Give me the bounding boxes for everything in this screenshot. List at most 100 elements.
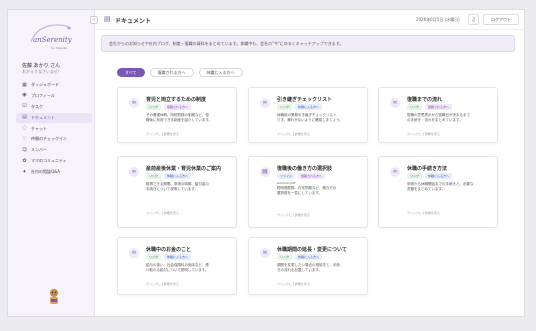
logo-text: anSerenity	[33, 36, 72, 44]
card-detail-link[interactable]: クリックして詳細を見る	[146, 211, 179, 215]
sidebar-item-tasks[interactable]: ☑ タスク	[16, 102, 92, 112]
card-title: 復職までの流れ	[407, 97, 443, 103]
card-detail-link[interactable]: クリックして詳細を見る	[146, 132, 179, 136]
tag-badge: リンク	[407, 173, 423, 179]
card-description: 給与の扱い、社会保険料の免除など、受 け取れる給付について説明しています。	[146, 263, 209, 272]
sidebar-item-label: タスク	[31, 103, 43, 109]
logo: anSerenity for Parents	[23, 18, 81, 60]
file-icon: ▤	[260, 167, 270, 177]
card-title: 休職の手続き方法	[407, 166, 448, 172]
link-icon: ∞	[390, 98, 400, 108]
date-display: 2026年6月5日 (水曜日)	[416, 17, 460, 22]
task-icon: ☑	[22, 103, 27, 110]
sidebar-item-label: 社内の相談Q&A	[31, 169, 61, 175]
link-icon: ∞	[129, 98, 139, 108]
card-detail-link[interactable]: クリックして詳細を見る	[277, 213, 310, 217]
file-name: worksch.pdf	[277, 181, 296, 185]
card-title: 休職期間の延長・変更について	[277, 247, 347, 253]
tag-badge: 休職に入る方へ	[164, 173, 192, 179]
card-detail-link[interactable]: クリックして詳細を見る	[277, 282, 310, 286]
sidebar-item-qa[interactable]: ✦ 社内の相談Q&A	[16, 167, 92, 177]
tag-badge: リンク	[277, 254, 293, 260]
filter-tabs: すべて 復職される方へ 休職に入る方へ	[117, 68, 243, 77]
document-card[interactable]: ∞ 育児と両立するための制度 リンク 復職される方へ 子の看護休暇、時短勤務の制…	[117, 87, 237, 143]
filter-all[interactable]: すべて	[117, 68, 145, 77]
link-icon: ∞	[390, 167, 400, 177]
card-title: 産前産後休業・育児休業のご案内	[146, 166, 222, 172]
sidebar-item-label: ダッシュボード	[31, 82, 59, 87]
document-card[interactable]: ▤ 復職後の働き方の選択肢 ファイル 復職される方へ worksch.pdf 短…	[248, 156, 368, 228]
profile-icon: ◉	[22, 92, 27, 99]
page-title: ドキュメント	[115, 18, 152, 25]
sidebar-item-label: プロフィール	[31, 92, 55, 98]
tag-badge: 休職に入る方へ	[295, 104, 323, 110]
sidebar-item-label: ドキュメント	[31, 114, 55, 120]
card-description: 復職の意思表示から復職日が決まるまで の手続き・流れをまとめています。	[407, 113, 470, 122]
sidebar-item-label: ママのコミュニティ	[31, 158, 67, 164]
members-icon: ☺	[22, 146, 28, 153]
card-title: 育児と両立するための制度	[146, 97, 207, 103]
tag-badge: 休職に入る方へ	[295, 254, 323, 260]
tag-badge: 休職に入る方へ	[425, 173, 453, 179]
user-greeting: おかえりなさいませ！	[22, 69, 62, 74]
tag-badge: 復職される方へ	[298, 173, 326, 179]
sidebar-item-documents[interactable]: ▤ ドキュメント	[16, 112, 92, 123]
qa-icon: ✦	[22, 168, 27, 175]
sidebar-item-members[interactable]: ☺ メンバー	[16, 145, 92, 155]
document-card[interactable]: ∞ 引き継ぎチェックリスト リンク 休職に入る方へ 休職前の業務引き継ぎチェック…	[248, 87, 368, 143]
sidebar-item-label: チャット	[31, 125, 47, 131]
card-title: 休職中のお金のこと	[146, 247, 192, 253]
bell-icon[interactable]: ♫	[468, 14, 479, 25]
filter-leaving[interactable]: 休職に入る方へ	[198, 68, 243, 77]
sidebar-nav: ▦ ダッシュボード ◉ プロフィール ☑ タスク ▤ ドキュメント ◌ チャット ♡ 仲間の…	[16, 80, 92, 178]
card-description: 取得できる期間、申請の時期、給付金の 手続きについて説明しています。	[146, 182, 209, 191]
user-name: 佐藤 あかり さん	[22, 63, 61, 69]
mascot-image	[47, 288, 61, 306]
link-icon: ∞	[129, 248, 139, 258]
card-title: 復職後の働き方の選択肢	[277, 166, 333, 172]
info-banner: 会社からのお知らせや社内ブログ、制度・復職の資料をまとめています。休職中も、会社…	[101, 35, 515, 52]
sidebar-item-dashboard[interactable]: ▦ ダッシュボード	[16, 80, 92, 90]
tag-badge: リンク	[277, 104, 293, 110]
app-window: anSerenity for Parents 佐藤 あかり さん おかえりなさい…	[7, 9, 525, 317]
community-icon: ✿	[22, 157, 27, 164]
document-card[interactable]: ∞ 休職中のお金のこと リンク 休職に入る方へ 給与の扱い、社会保険料の免除など…	[117, 237, 237, 295]
dashboard-icon: ▦	[22, 81, 27, 88]
card-description: 期間を変更したい場合の相談先と、手続 きの流れを記載しています。	[277, 263, 340, 272]
checkin-icon: ♡	[22, 135, 27, 142]
sidebar: anSerenity for Parents 佐藤 あかり さん おかえりなさい…	[8, 10, 95, 316]
tag-badge: 休職に入る方へ	[164, 254, 192, 260]
sidebar-item-chat[interactable]: ◌ チャット	[16, 124, 92, 134]
card-description: 子の看護休暇、時短勤務の制度など、復 職後に利用できる制度を紹介しています。	[146, 113, 212, 122]
sidebar-item-label: メンバー	[31, 147, 47, 153]
logout-button[interactable]: ログアウト	[483, 14, 519, 25]
document-title-icon: ▤	[104, 15, 111, 23]
sidebar-collapse-button[interactable]: ‹	[90, 16, 98, 24]
document-card[interactable]: ∞ 休職の手続き方法 リンク 休職に入る方へ 申請から休職開始までの手続きと、必…	[378, 156, 498, 228]
tag-badge: リンク	[146, 173, 162, 179]
document-card[interactable]: ∞ 産前産後休業・育児休業のご案内 リンク 休職に入る方へ 取得できる期間、申請…	[117, 156, 237, 228]
sidebar-item-checkin[interactable]: ♡ 仲間のチェックイン	[16, 134, 92, 144]
card-detail-link[interactable]: クリックして詳細を見る	[146, 282, 179, 286]
document-card[interactable]: ∞ 休職期間の延長・変更について リンク 休職に入る方へ 期間を変更したい場合の…	[248, 237, 368, 295]
chat-icon: ◌	[22, 125, 27, 132]
card-detail-link[interactable]: クリックして詳細を見る	[407, 132, 440, 136]
link-icon: ∞	[260, 248, 270, 258]
sidebar-item-profile[interactable]: ◉ プロフィール	[16, 91, 92, 101]
tag-badge: ファイル	[277, 173, 296, 179]
sidebar-item-label: 仲間のチェックイン	[31, 136, 67, 142]
tag-badge: 復職される方へ	[164, 104, 192, 110]
tag-badge: リンク	[407, 104, 423, 110]
document-card[interactable]: ∞ 復職までの流れ リンク 復職される方へ 復職の意思表示から復職日が決まるまで…	[378, 87, 498, 143]
card-detail-link[interactable]: クリックして詳細を見る	[407, 211, 440, 215]
link-icon: ∞	[260, 98, 270, 108]
document-icon: ▤	[22, 114, 27, 121]
sidebar-item-community[interactable]: ✿ ママのコミュニティ	[16, 156, 92, 166]
logo-subtitle: for Parents	[51, 46, 68, 50]
card-description: 短時間勤務、在宅勤務など、働き方の 選択肢を一覧にしています。	[277, 186, 337, 195]
card-detail-link[interactable]: クリックして詳細を見る	[277, 132, 310, 136]
topbar: ▤ ドキュメント 2026年6月5日 (水曜日) ♫ ログアウト	[95, 10, 524, 30]
tag-badge: 復職される方へ	[425, 104, 453, 110]
card-description: 休職前の業務引き継ぎチェックリスト です。漏れがないように確認しましょう。	[277, 113, 343, 122]
filter-returning[interactable]: 復職される方へ	[149, 68, 194, 77]
